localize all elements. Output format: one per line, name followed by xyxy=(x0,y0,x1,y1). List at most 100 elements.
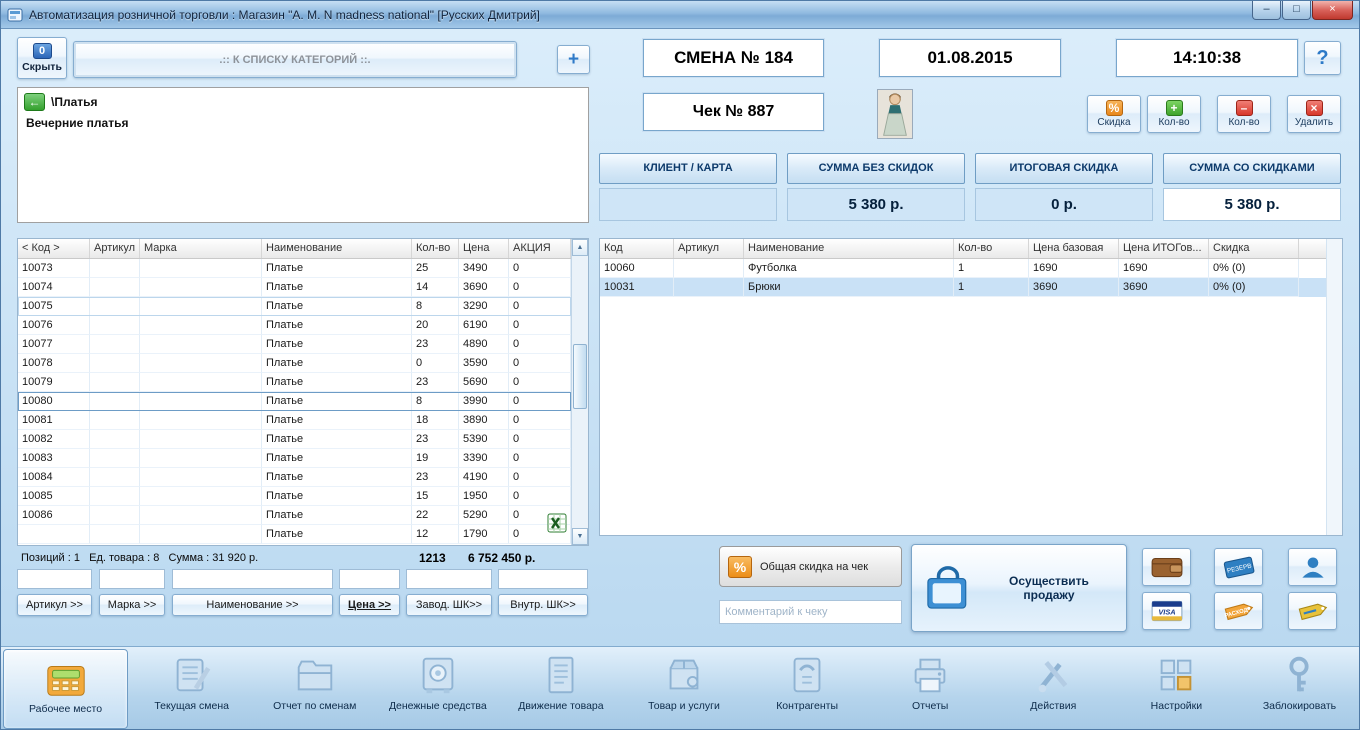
main-content: 0 Скрыть .:: К СПИСКУ КАТЕГОРИЙ ::. + ← … xyxy=(1,29,1359,646)
table-row[interactable]: 10031 Брюки 1 3690 3690 0% (0) xyxy=(600,278,1326,297)
excel-export-icon[interactable] xyxy=(547,513,567,533)
column-header[interactable]: < Код > xyxy=(18,239,90,258)
table-row[interactable]: Платье 12 1790 0 xyxy=(18,525,571,544)
client-button[interactable] xyxy=(1288,548,1337,586)
hide-panel-button[interactable]: 0 Скрыть xyxy=(17,37,67,79)
table-row[interactable]: 10073 Платье 25 3490 0 xyxy=(18,259,571,278)
column-header[interactable]: Код xyxy=(600,239,674,258)
table-cell: 22 xyxy=(412,506,459,525)
table-row[interactable]: 10074 Платье 14 3690 0 xyxy=(18,278,571,297)
reserve-button[interactable]: РЕЗЕРВ xyxy=(1214,548,1263,586)
column-header[interactable]: Наименование xyxy=(262,239,412,258)
expense-button[interactable]: РАСХОД xyxy=(1214,592,1263,630)
catalog-scrollbar[interactable]: ▲ ▼ xyxy=(571,239,588,545)
table-row[interactable]: 10083 Платье 19 3390 0 xyxy=(18,449,571,468)
filter-button-3[interactable]: Цена >> xyxy=(339,594,400,616)
discount-item-button[interactable]: % Скидка xyxy=(1087,95,1141,133)
quantity-decrease-button[interactable]: – Кол-во xyxy=(1217,95,1271,133)
filter-input-5[interactable] xyxy=(498,569,588,589)
scroll-up-icon[interactable]: ▲ xyxy=(572,239,588,256)
toolbar-item-0[interactable]: Рабочее место xyxy=(3,649,129,729)
column-header[interactable]: АКЦИЯ xyxy=(509,239,571,258)
toolbar-item-9[interactable]: Настройки xyxy=(1115,647,1238,729)
category-list-button[interactable]: .:: К СПИСКУ КАТЕГОРИЙ ::. xyxy=(73,41,517,78)
toolbar-item-5[interactable]: Товар и услуги xyxy=(622,647,745,729)
table-row[interactable]: 10076 Платье 20 6190 0 xyxy=(18,316,571,335)
toolbar-item-2[interactable]: Отчет по сменам xyxy=(253,647,376,729)
toolbar-item-6[interactable]: Контрагенты xyxy=(746,647,869,729)
filter-input-2[interactable] xyxy=(172,569,333,589)
column-header[interactable]: Цена ИТОГов... xyxy=(1119,239,1209,258)
back-button[interactable]: ← xyxy=(24,93,45,111)
table-row[interactable]: 10084 Платье 23 4190 0 xyxy=(18,468,571,487)
svg-text:VISA: VISA xyxy=(1158,608,1175,617)
receipt-comment-input[interactable] xyxy=(719,600,902,624)
column-header[interactable]: Кол-во xyxy=(412,239,459,258)
receipt-discount-button[interactable]: % Общая скидка на чек xyxy=(719,546,902,587)
table-row[interactable]: 10060 Футболка 1 1690 1690 0% (0) xyxy=(600,259,1326,278)
table-row[interactable]: 10080 Платье 8 3990 0 xyxy=(18,392,571,411)
filter-button-2[interactable]: Наименование >> xyxy=(172,594,333,616)
printer-icon xyxy=(907,652,953,698)
scroll-thumb[interactable] xyxy=(573,344,587,409)
table-cell: 10081 xyxy=(18,411,90,430)
question-icon: ? xyxy=(1316,46,1329,69)
toolbar-item-4[interactable]: Движение товара xyxy=(499,647,622,729)
table-cell: 10031 xyxy=(600,278,674,297)
table-row[interactable]: 10082 Платье 23 5390 0 xyxy=(18,430,571,449)
table-row[interactable]: 10078 Платье 0 3590 0 xyxy=(18,354,571,373)
sell-button[interactable]: Осуществить продажу xyxy=(911,544,1127,632)
category-item[interactable]: Вечерние платья xyxy=(26,116,128,130)
filter-input-3[interactable] xyxy=(339,569,400,589)
table-cell: 3990 xyxy=(459,392,509,411)
column-header[interactable]: Кол-во xyxy=(954,239,1029,258)
status-text: Позиций : 1 Ед. товара : 8 Сумма : 31 92… xyxy=(21,552,259,564)
help-button[interactable]: ? xyxy=(1304,41,1341,75)
filter-button-0[interactable]: Артикул >> xyxy=(17,594,92,616)
table-row[interactable]: 10079 Платье 23 5690 0 xyxy=(18,373,571,392)
minimize-button[interactable]: – xyxy=(1252,1,1281,20)
filter-input-1[interactable] xyxy=(99,569,165,589)
column-header[interactable]: Артикул xyxy=(90,239,140,258)
table-row[interactable]: 10085 Платье 15 1950 0 xyxy=(18,487,571,506)
client-card-button[interactable]: КЛИЕНТ / КАРТА xyxy=(599,153,777,184)
filter-button-1[interactable]: Марка >> xyxy=(99,594,165,616)
wallet-button[interactable] xyxy=(1142,548,1191,586)
filter-input-4[interactable] xyxy=(406,569,492,589)
toolbar-item-8[interactable]: Действия xyxy=(992,647,1115,729)
table-cell: 10085 xyxy=(18,487,90,506)
table-cell: Брюки xyxy=(744,278,954,297)
receipt-scrollbar-track[interactable] xyxy=(1326,239,1342,535)
filter-button-5[interactable]: Внутр. ШК>> xyxy=(498,594,588,616)
add-button[interactable]: + xyxy=(557,45,590,74)
table-cell xyxy=(140,487,262,506)
column-header[interactable]: Наименование xyxy=(744,239,954,258)
income-button[interactable] xyxy=(1288,592,1337,630)
column-header[interactable]: Марка xyxy=(140,239,262,258)
column-header[interactable]: Скидка xyxy=(1209,239,1299,258)
column-header[interactable]: Артикул xyxy=(674,239,744,258)
toolbar-item-10[interactable]: Заблокировать xyxy=(1238,647,1359,729)
table-row[interactable]: 10086 Платье 22 5290 0 xyxy=(18,506,571,525)
table-cell: 23 xyxy=(412,335,459,354)
close-button[interactable]: × xyxy=(1312,1,1353,20)
visa-button[interactable]: VISA xyxy=(1142,592,1191,630)
toolbar-item-3[interactable]: Денежные средства xyxy=(376,647,499,729)
filter-input-0[interactable] xyxy=(17,569,92,589)
app-icon xyxy=(7,7,23,23)
filter-button-4[interactable]: Завод. ШК>> xyxy=(406,594,492,616)
column-header[interactable]: Цена базовая xyxy=(1029,239,1119,258)
table-row[interactable]: 10077 Платье 23 4890 0 xyxy=(18,335,571,354)
toolbar-item-1[interactable]: Текущая смена xyxy=(130,647,253,729)
table-cell: 0 xyxy=(509,449,571,468)
table-row[interactable]: 10081 Платье 18 3890 0 xyxy=(18,411,571,430)
quantity-increase-button[interactable]: + Кол-во xyxy=(1147,95,1201,133)
scroll-down-icon[interactable]: ▼ xyxy=(572,528,588,545)
delete-item-button[interactable]: × Удалить xyxy=(1287,95,1341,133)
table-cell: 0 xyxy=(509,487,571,506)
maximize-button[interactable]: □ xyxy=(1282,1,1311,20)
table-row[interactable]: 10075 Платье 8 3290 0 xyxy=(18,297,571,316)
toolbar-item-7[interactable]: Отчеты xyxy=(869,647,992,729)
quantity-decrease-label: Кол-во xyxy=(1228,117,1260,128)
column-header[interactable]: Цена xyxy=(459,239,509,258)
